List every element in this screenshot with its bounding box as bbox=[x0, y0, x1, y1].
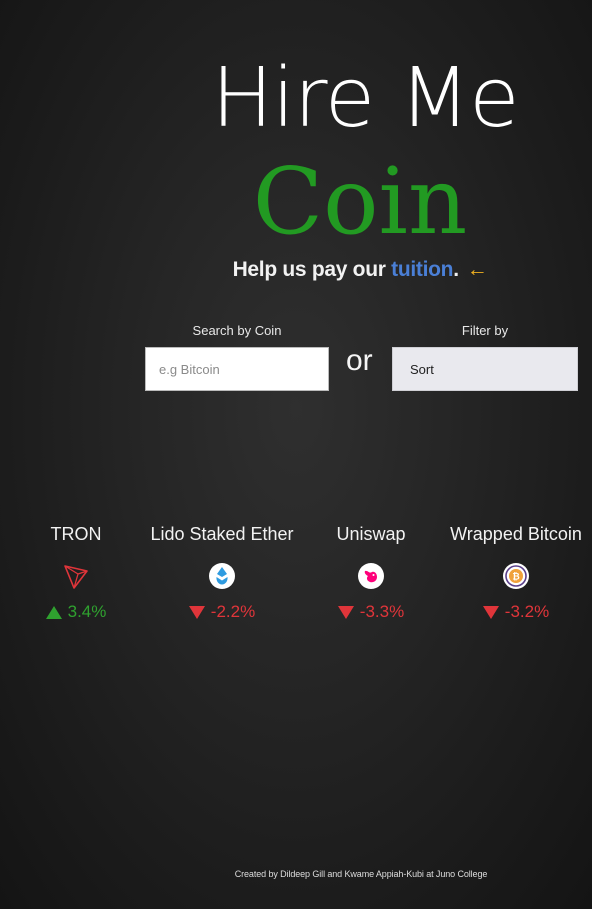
uniswap-icon bbox=[357, 562, 385, 590]
coin-change-value: -2.2% bbox=[210, 602, 256, 621]
coin-card-lido[interactable]: Lido Staked Ether -2.2% bbox=[148, 524, 296, 622]
coin-card-wrapped-bitcoin[interactable]: Wrapped Bitcoin ₿ -3.2% bbox=[447, 524, 585, 622]
coin-card-uniswap[interactable]: Uniswap -3.3% bbox=[331, 524, 411, 622]
sort-select[interactable]: Sort bbox=[392, 347, 578, 391]
coin-change-value: -3.3% bbox=[359, 602, 405, 621]
svg-text:₿: ₿ bbox=[512, 572, 519, 583]
footer-credit: Created by Dildeep Gill and Kwame Appiah… bbox=[234, 869, 488, 879]
tagline-prefix: Help us pay our bbox=[232, 258, 392, 281]
or-separator: or bbox=[346, 344, 373, 377]
search-input[interactable] bbox=[145, 347, 329, 391]
tagline-suffix: . bbox=[453, 258, 459, 281]
tuition-link[interactable]: tuition bbox=[391, 258, 453, 281]
hero-title: Hire Me bbox=[211, 51, 519, 146]
coin-change: -2.2% bbox=[148, 602, 296, 622]
coin-name: TRON bbox=[50, 524, 102, 544]
coin-change-value: 3.4% bbox=[67, 602, 107, 621]
coin-name: Lido Staked Ether bbox=[150, 524, 294, 544]
wrapped-bitcoin-icon: ₿ bbox=[502, 562, 530, 590]
sort-select-value: Sort bbox=[410, 361, 434, 377]
coin-card-tron[interactable]: TRON 3.4% bbox=[36, 524, 116, 622]
coin-change: -3.2% bbox=[447, 602, 585, 622]
lido-icon bbox=[208, 562, 236, 590]
filter-label: Filter by bbox=[461, 323, 509, 338]
hero-coin-word: Coin bbox=[252, 148, 468, 255]
trend-down-icon bbox=[482, 605, 499, 619]
trend-down-icon bbox=[188, 605, 205, 619]
tagline: Help us pay our tuition. ← bbox=[160, 258, 560, 282]
tron-icon bbox=[62, 562, 90, 590]
trend-down-icon bbox=[337, 605, 354, 619]
arrow-left-icon: ← bbox=[466, 258, 488, 281]
coin-name: Wrapped Bitcoin bbox=[450, 524, 582, 544]
coin-name: Uniswap bbox=[336, 524, 406, 544]
coin-change: 3.4% bbox=[36, 602, 116, 622]
search-label: Search by Coin bbox=[192, 323, 282, 338]
coin-change: -3.3% bbox=[331, 602, 411, 622]
coin-change-value: -3.2% bbox=[504, 602, 550, 621]
trend-up-icon bbox=[45, 605, 62, 619]
